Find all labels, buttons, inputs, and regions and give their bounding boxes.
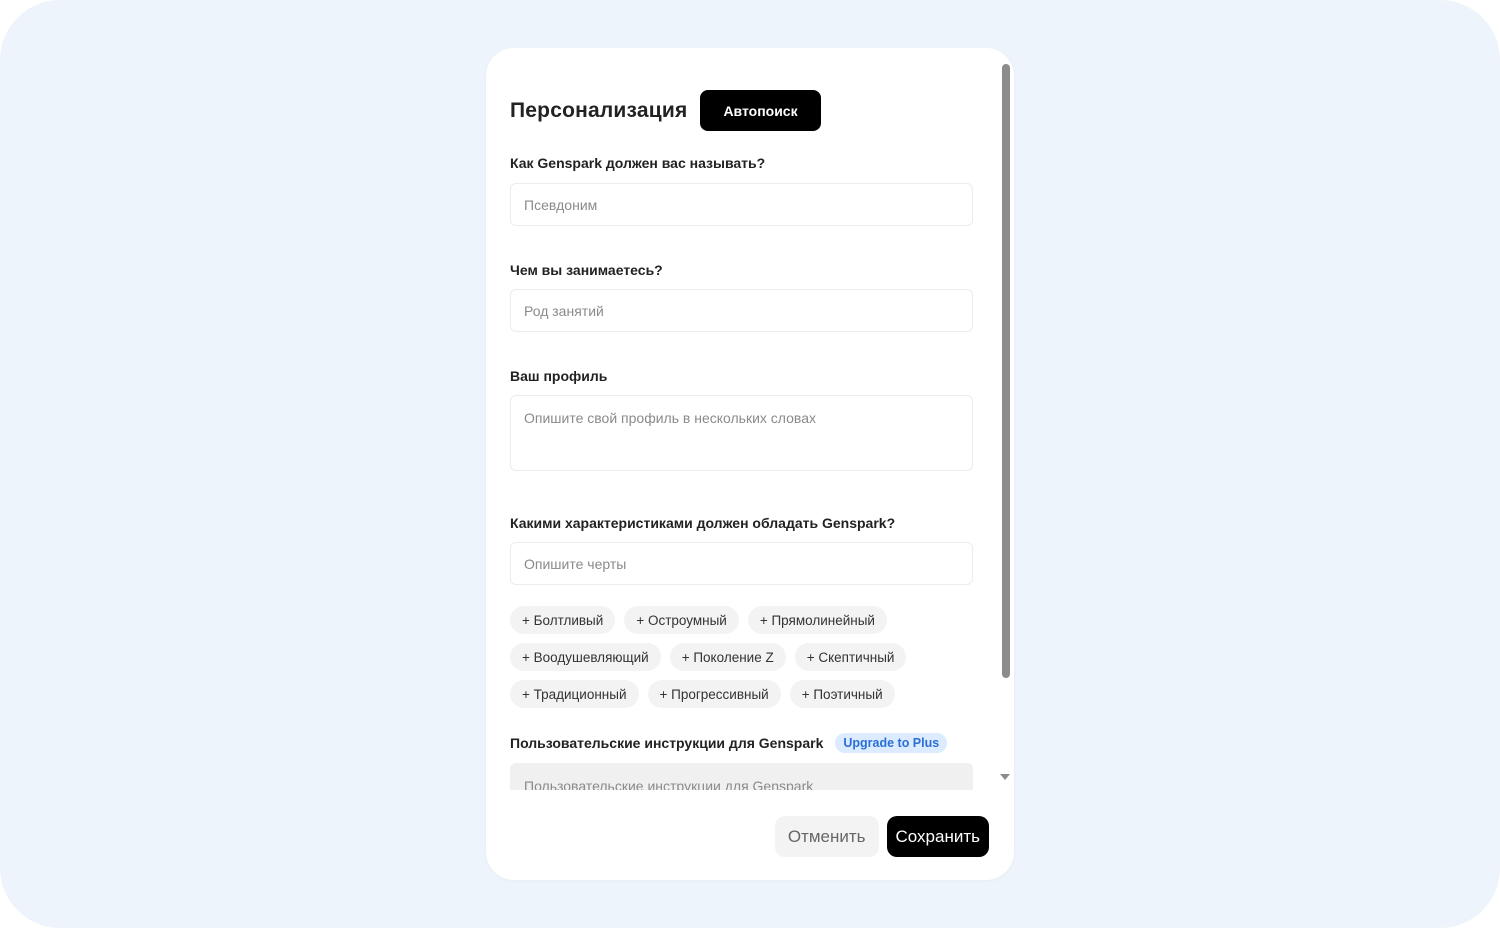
trait-chip-straightforward[interactable]: + Прямолинейный xyxy=(747,606,887,634)
dialog-footer: Отменить Сохранить xyxy=(774,816,989,857)
profile-label: Ваш профиль xyxy=(510,368,608,384)
occupation-input[interactable]: Род занятий xyxy=(510,289,973,332)
chip-row: + Воодушевляющий + Поколение Z + Скептич… xyxy=(510,643,980,671)
trait-chip-progressive[interactable]: + Прогрессивный xyxy=(647,680,781,708)
trait-chips: + Болтливый + Остроумный + Прямолинейный… xyxy=(510,606,980,717)
trait-chip-gen-z[interactable]: + Поколение Z xyxy=(669,643,786,671)
trait-chip-talkative[interactable]: + Болтливый xyxy=(510,606,616,634)
dialog-header: Персонализация Автопоиск xyxy=(510,90,821,131)
autosearch-button[interactable]: Автопоиск xyxy=(700,90,821,131)
custom-instructions-header: Пользовательские инструкции для Genspark… xyxy=(510,733,948,753)
profile-textarea[interactable]: Опишите свой профиль в нескольких словах xyxy=(510,395,973,471)
custom-instructions-textarea: Пользовательские инструкции для Genspark xyxy=(510,763,973,790)
trait-chip-inspiring[interactable]: + Воодушевляющий xyxy=(510,643,661,671)
traits-input[interactable]: Опишите черты xyxy=(510,542,973,585)
upgrade-badge[interactable]: Upgrade to Plus xyxy=(835,733,948,753)
scroll-down-arrow-icon[interactable] xyxy=(1000,774,1010,780)
personalization-dialog: Персонализация Автопоиск Как Genspark до… xyxy=(486,48,1014,880)
nickname-input[interactable]: Псевдоним xyxy=(510,183,973,226)
custom-instructions-label: Пользовательские инструкции для Genspark xyxy=(510,735,824,751)
traits-label: Какими характеристиками должен обладать … xyxy=(510,515,896,531)
occupation-label: Чем вы занимаетесь? xyxy=(510,262,663,278)
scrollbar-thumb[interactable] xyxy=(1002,64,1010,678)
chip-row: + Болтливый + Остроумный + Прямолинейный xyxy=(510,606,980,634)
dialog-title: Персонализация xyxy=(510,98,688,122)
trait-chip-witty[interactable]: + Остроумный xyxy=(624,606,739,634)
trait-chip-traditional[interactable]: + Традиционный xyxy=(510,680,639,708)
nickname-label: Как Genspark должен вас называть? xyxy=(510,155,766,171)
chip-row: + Традиционный + Прогрессивный + Поэтичн… xyxy=(510,680,980,708)
dialog-scroll-area[interactable]: Персонализация Автопоиск Как Genspark до… xyxy=(486,48,996,790)
cancel-button[interactable]: Отменить xyxy=(774,816,879,857)
trait-chip-skeptical[interactable]: + Скептичный xyxy=(794,643,907,671)
trait-chip-poetic[interactable]: + Поэтичный xyxy=(789,680,895,708)
save-button[interactable]: Сохранить xyxy=(886,816,989,857)
